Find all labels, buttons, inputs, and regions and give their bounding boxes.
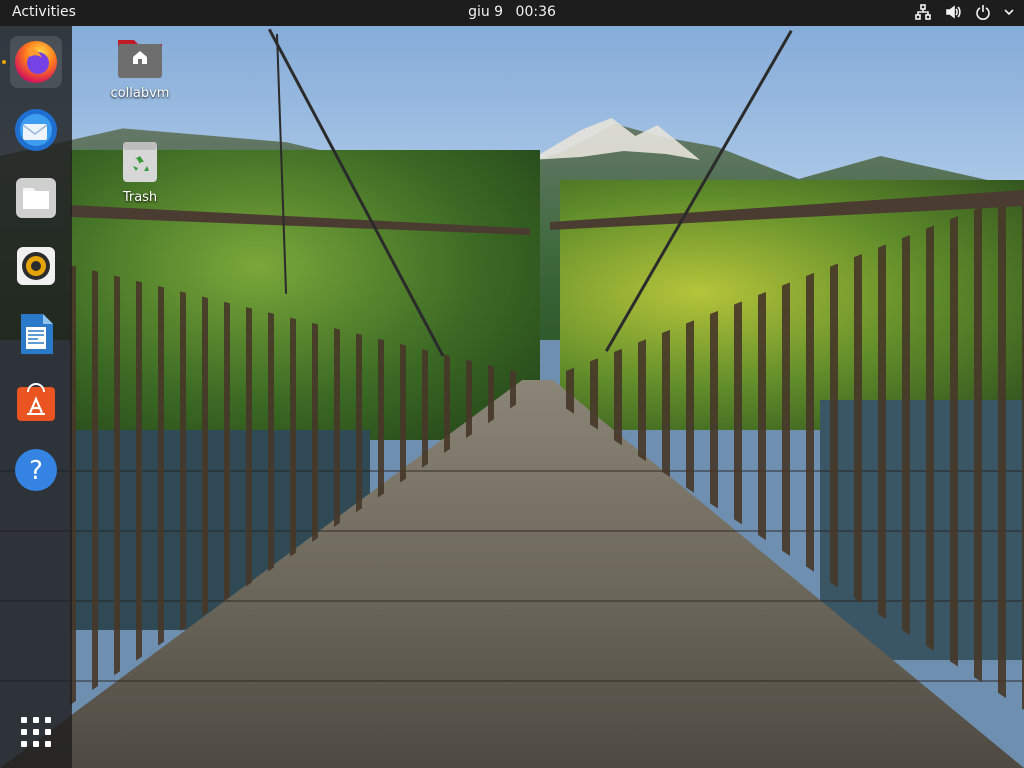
software-store-icon [17,383,55,421]
app-grid-icon [21,717,51,747]
clock-button[interactable]: giu 9 00:36 [0,4,1024,20]
thunderbird-icon [15,109,57,151]
home-folder-icon [118,40,162,78]
network-icon[interactable] [914,3,932,21]
system-tray[interactable] [914,3,1014,21]
writer-icon [21,314,53,354]
dock-item-help[interactable]: ? [10,444,62,496]
wallpaper-plank [0,680,1024,682]
dock-item-rhythmbox[interactable] [10,240,62,292]
help-icon: ? [15,449,57,491]
trash-icon [123,142,157,182]
dock: ? [0,26,72,768]
desktop-icon-home[interactable]: collabvm [100,34,180,101]
show-applications-button[interactable] [10,706,62,758]
svg-text:?: ? [29,456,43,486]
desktop-icon-label: collabvm [110,86,170,101]
clock-date: giu 9 [468,4,504,20]
dock-item-libreoffice-writer[interactable] [10,308,62,360]
clock-time: 00:36 [515,4,556,20]
dock-item-files[interactable] [10,172,62,224]
rhythmbox-icon [17,247,55,285]
desktop-wallpaper [0,0,1024,768]
volume-icon[interactable] [944,3,962,21]
desktop-icon-label: Trash [122,190,158,205]
menu-chevron-icon[interactable] [1004,3,1014,21]
power-icon[interactable] [974,3,992,21]
dock-item-firefox[interactable] [2,36,62,88]
files-icon [16,178,56,218]
desktop-icon-trash[interactable]: Trash [100,140,180,205]
dock-item-ubuntu-software[interactable] [10,376,62,428]
firefox-icon [15,41,57,83]
running-indicator [2,60,6,64]
dock-item-thunderbird[interactable] [10,104,62,156]
top-bar: Activities giu 9 00:36 [0,0,1024,26]
